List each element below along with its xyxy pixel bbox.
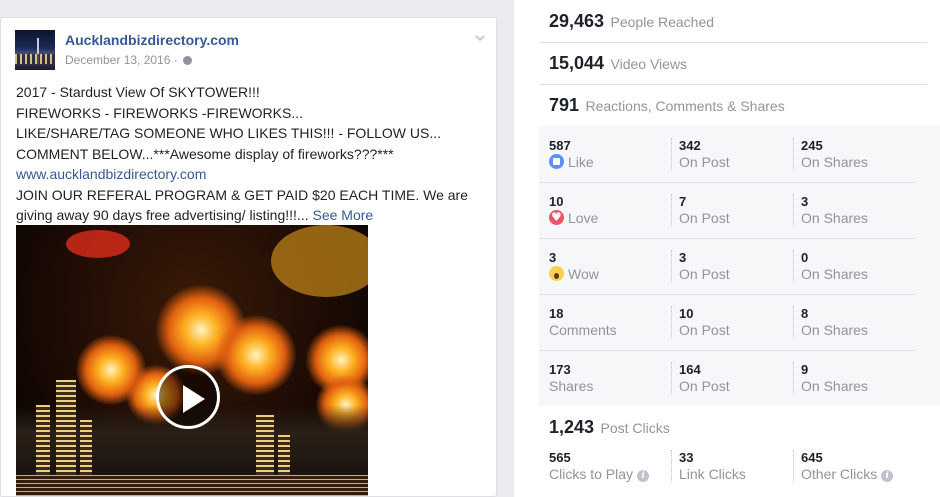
engagement-stat: 791 Reactions, Comments & Shares <box>549 95 785 116</box>
insights-panel: 29,463 People Reached 15,044 Video Views… <box>514 0 940 497</box>
link-clicks-value: 33 <box>679 450 694 465</box>
like-label: Like <box>568 154 594 170</box>
post-line: COMMENT BELOW...***Awesome display of fi… <box>16 145 394 162</box>
wow-on-post: 3 <box>679 250 687 265</box>
page-name-link[interactable]: Aucklandbizdirectory.com <box>65 32 239 48</box>
breakdown-row-love: 10 Love 7 On Post 3 On Shares <box>539 182 940 238</box>
love-icon <box>549 209 564 226</box>
info-icon[interactable]: i <box>637 470 650 482</box>
wow-total: 3 <box>549 250 557 265</box>
comments-on-shares: 8 <box>801 306 809 321</box>
breakdown-row-wow: 3 Wow 3 On Post 0 On Shares <box>539 238 940 294</box>
date-separator: · <box>173 53 178 67</box>
video-views-stat: 15,044 Video Views <box>549 53 687 74</box>
like-icon <box>549 154 564 169</box>
website-link[interactable]: www.aucklandbizdirectory.com <box>16 166 206 182</box>
love-total: 10 <box>549 194 564 209</box>
people-reached-label: People Reached <box>610 14 715 30</box>
post-line: JOIN OUR REFERAL PROGRAM & GET PAID $20 … <box>16 186 468 203</box>
post-date[interactable]: December 13, 2016 · <box>65 53 193 67</box>
post-clicks-label: Post Clicks <box>600 420 670 436</box>
video-views-label: Video Views <box>610 56 688 72</box>
divider <box>539 84 927 85</box>
engagement-label: Reactions, Comments & Shares <box>585 98 785 114</box>
post-line: 2017 - Stardust View Of SKYTOWER!!! <box>16 84 260 100</box>
link-clicks-label: Link Clicks <box>679 466 746 482</box>
play-icon <box>183 385 205 413</box>
chevron-down-icon[interactable] <box>474 32 486 44</box>
shares-on-post: 164 <box>679 362 701 377</box>
like-total: 587 <box>549 138 571 153</box>
divider <box>539 42 927 43</box>
post-clicks-stat: 1,243 Post Clicks <box>549 417 670 438</box>
wow-on-shares: 0 <box>801 250 809 265</box>
people-reached-value: 29,463 <box>549 11 605 31</box>
post-line: FIREWORKS - FIREWORKS -FIREWORKS... <box>16 104 303 121</box>
like-on-post: 342 <box>679 138 701 153</box>
shares-on-shares: 9 <box>801 362 809 377</box>
video-views-value: 15,044 <box>549 53 605 73</box>
on-post-label: On Post <box>679 266 730 282</box>
other-clicks-label: Other Clicks <box>801 466 878 482</box>
on-post-label: On Post <box>679 210 730 226</box>
shares-total: 173 <box>549 362 571 377</box>
engagement-value: 791 <box>549 95 580 115</box>
love-on-post: 7 <box>679 194 687 209</box>
post-date-text[interactable]: December 13, 2016 <box>65 53 170 67</box>
on-shares-label: On Shares <box>801 378 868 394</box>
clicks-to-play-label: Clicks to Play <box>549 466 634 482</box>
on-post-label: On Post <box>679 378 730 394</box>
breakdown-row-shares: 173 Shares 164 On Post 9 On Shares <box>539 350 940 406</box>
like-on-shares: 245 <box>801 138 823 153</box>
clicks-to-play-value: 565 <box>549 450 571 465</box>
shares-label: Shares <box>549 378 594 394</box>
engagement-breakdown: 587 Like 342 On Post 245 On Shares 10 Lo… <box>539 126 940 406</box>
comments-on-post: 10 <box>679 306 694 321</box>
love-on-shares: 3 <box>801 194 809 209</box>
other-clicks-value: 645 <box>801 450 823 465</box>
on-shares-label: On Shares <box>801 266 868 282</box>
breakdown-row-like: 587 Like 342 On Post 245 On Shares <box>539 126 940 182</box>
wow-label: Wow <box>568 266 599 282</box>
on-shares-label: On Shares <box>801 154 868 170</box>
comments-total: 18 <box>549 306 564 321</box>
clicks-breakdown: 565 Clicks to Play i 33 Link Clicks 645 O… <box>539 450 940 490</box>
post-line: LIKE/SHARE/TAG SOMEONE WHO LIKES THIS!!!… <box>16 125 442 141</box>
comments-label: Comments <box>549 322 617 338</box>
post-line: giving away 90 days free advertising/ li… <box>16 207 309 223</box>
people-reached-stat: 29,463 People Reached <box>549 11 714 32</box>
on-shares-label: On Shares <box>801 322 868 338</box>
post-card: Aucklandbizdirectory.com December 13, 20… <box>0 17 497 497</box>
on-shares-label: On Shares <box>801 210 868 226</box>
see-more-link[interactable]: See More <box>312 207 373 223</box>
on-post-label: On Post <box>679 154 730 170</box>
post-header: Aucklandbizdirectory.com December 13, 20… <box>15 30 486 74</box>
page-avatar[interactable] <box>15 30 55 70</box>
breakdown-row-comments: 18 Comments 10 On Post 8 On Shares <box>539 294 940 350</box>
globe-icon <box>183 56 193 65</box>
post-message: 2017 - Stardust View Of SKYTOWER!!! FIRE… <box>16 82 486 226</box>
play-button[interactable] <box>156 365 220 429</box>
on-post-label: On Post <box>679 322 730 338</box>
info-icon[interactable]: i <box>881 470 894 482</box>
love-label: Love <box>568 210 599 226</box>
wow-icon <box>549 266 564 281</box>
video-thumbnail[interactable] <box>16 225 368 496</box>
post-clicks-value: 1,243 <box>549 417 595 437</box>
